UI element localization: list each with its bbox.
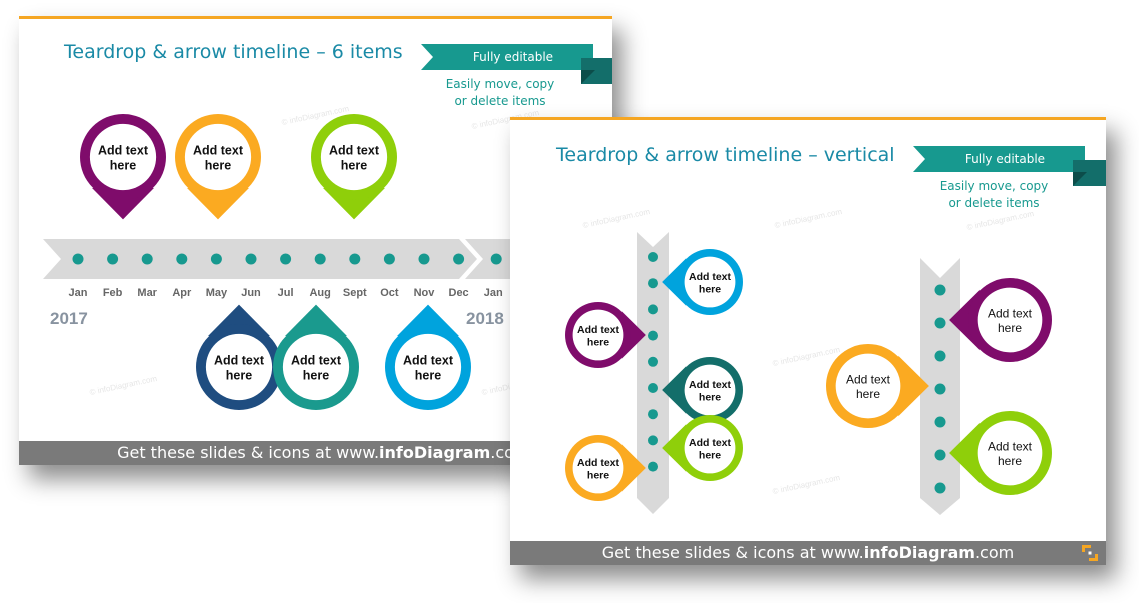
marker-text-line2: here <box>303 369 329 383</box>
timeline-dot <box>648 435 658 446</box>
timeline-dot <box>934 317 946 329</box>
teardrop-marker[interactable]: Add texthere <box>385 304 471 410</box>
timeline-dot <box>453 253 465 265</box>
timeline-dot <box>648 330 658 341</box>
month-label: Nov <box>413 287 435 299</box>
month-label: Jan <box>483 287 503 299</box>
timeline-dot <box>141 253 153 265</box>
marker-text-line1: Add text <box>577 457 620 469</box>
marker-text-line2: here <box>856 387 880 401</box>
marker-text-line2: here <box>998 454 1022 468</box>
timeline-dot <box>934 449 946 461</box>
timeline-dot <box>490 253 502 265</box>
teardrop-marker[interactable]: Add texthere <box>273 304 359 410</box>
month-label: Dec <box>448 287 469 299</box>
timeline-dot <box>107 253 119 265</box>
vertical-timeline-graphic: Add texthereAdd texthereAdd texthereAdd … <box>565 232 1052 515</box>
timeline-dot <box>648 356 658 367</box>
timeline-dot <box>176 253 188 265</box>
timeline-dot <box>934 416 946 428</box>
marker-text-line1: Add text <box>689 379 732 391</box>
marker-text-line2: here <box>587 470 609 482</box>
teardrop-marker[interactable]: Add texthere <box>662 357 743 423</box>
marker-text-line1: Add text <box>846 373 891 387</box>
month-label: Jul <box>277 287 294 299</box>
teardrop-marker[interactable]: Add texthere <box>826 344 929 428</box>
marker-text-line1: Add text <box>689 437 732 449</box>
teardrop-marker[interactable]: Add texthere <box>196 304 282 410</box>
teardrop-marker[interactable]: Add texthere <box>565 302 646 368</box>
marker-text-line2: here <box>110 159 136 173</box>
teardrop-marker[interactable]: Add texthere <box>662 249 743 315</box>
footer-text: Get these slides & icons at www. <box>601 543 864 562</box>
marker-text-line1: Add text <box>689 271 732 283</box>
month-label: Apr <box>172 287 192 299</box>
teardrop-marker[interactable]: Add texthere <box>949 411 1052 495</box>
marker-text-line2: here <box>699 392 721 404</box>
month-label: Mar <box>137 287 157 299</box>
timeline-dot <box>934 482 946 494</box>
teardrop-marker[interactable]: Add texthere <box>662 415 743 481</box>
timeline-dot <box>934 383 946 395</box>
timeline-dot <box>648 461 658 472</box>
marker-text-line2: here <box>699 284 721 296</box>
teardrop-marker[interactable]: Add texthere <box>175 114 261 220</box>
timeline-dot <box>72 253 84 265</box>
timeline-dot <box>934 350 946 362</box>
marker-text-line1: Add text <box>98 144 149 158</box>
marker-text-line2: here <box>226 369 252 383</box>
marker-text-line2: here <box>341 159 367 173</box>
footer-text: Get these slides & icons at www. <box>117 443 380 462</box>
teardrop-marker[interactable]: Add texthere <box>311 114 397 220</box>
marker-text-line2: here <box>998 321 1022 335</box>
month-label: Feb <box>102 287 123 299</box>
marker-text-line1: Add text <box>214 354 265 368</box>
month-label: Aug <box>309 287 331 299</box>
timeline-dot <box>314 253 326 265</box>
timeline-dot <box>383 253 395 265</box>
marker-text-line1: Add text <box>577 324 620 336</box>
timeline-dot <box>934 284 946 296</box>
marker-text-line2: here <box>415 369 441 383</box>
month-label: Sept <box>342 287 367 299</box>
footer-brand[interactable]: infoDiagram <box>864 543 975 562</box>
marker-text-line2: here <box>699 450 721 462</box>
slide-vertical-timeline[interactable]: Teardrop & arrow timeline – vertical Ful… <box>510 117 1106 565</box>
footer-domain: .com <box>974 543 1015 562</box>
footer-brand[interactable]: infoDiagram <box>379 443 490 462</box>
marker-text-line2: here <box>205 159 231 173</box>
marker-text-line1: Add text <box>291 354 342 368</box>
year-label-2017: 2017 <box>50 309 88 328</box>
month-label: Oct <box>380 287 399 299</box>
teardrop-marker[interactable]: Add texthere <box>565 435 646 501</box>
teardrop-marker[interactable]: Add texthere <box>80 114 166 220</box>
month-label: May <box>205 287 228 299</box>
marker-text-line1: Add text <box>988 307 1033 321</box>
timeline-dot <box>648 383 658 393</box>
infodiagram-logo-icon <box>1082 545 1098 561</box>
marker-text-line1: Add text <box>193 144 244 158</box>
timeline-dot <box>349 253 361 265</box>
year-label-2018: 2018 <box>466 309 504 328</box>
marker-text-line1: Add text <box>988 440 1033 454</box>
timeline-dot <box>648 278 658 289</box>
month-label: Jun <box>241 287 261 299</box>
timeline-dot <box>648 409 658 420</box>
timeline-dot <box>648 304 658 315</box>
marker-text-line1: Add text <box>403 354 454 368</box>
timeline-dot <box>418 253 430 265</box>
timeline-dot <box>648 252 658 262</box>
teardrop-marker[interactable]: Add texthere <box>949 278 1052 362</box>
timeline-dot <box>280 253 292 265</box>
timeline-dot <box>210 253 222 265</box>
marker-text-line2: here <box>587 337 609 349</box>
footer-banner: Get these slides & icons at www.infoDiag… <box>510 541 1106 565</box>
month-label: Jan <box>68 287 88 299</box>
timeline-dot <box>245 253 257 265</box>
marker-text-line1: Add text <box>329 144 380 158</box>
